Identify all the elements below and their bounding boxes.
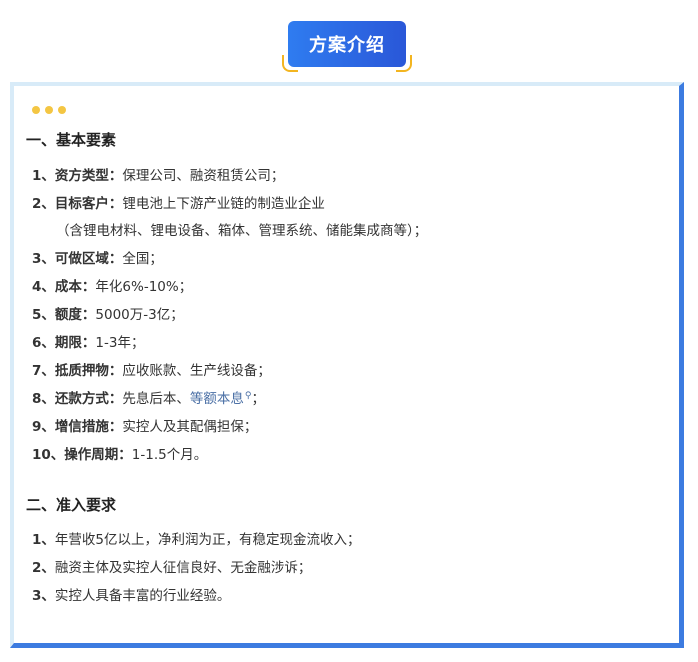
list-item: 7、抵质押物：应收账款、生产线设备； [32,359,271,379]
list-item: 2、目标客户：锂电池上下游产业链的制造业企业 [32,192,325,212]
item-number: 7、 [32,363,55,379]
item-label: 增信措施： [54,419,123,435]
item-value: 5000万-3亿； [95,307,184,323]
list-item: 1、年营收5亿以上，净利润为正，有稳定现金流收入； [32,528,361,548]
list-item: 5、额度：5000万-3亿； [32,303,184,323]
bracket-left-decoration [282,55,298,72]
dot [45,106,53,114]
item-label: 资方类型： [54,168,123,184]
section-heading-basic: 一、基本要素 [26,131,117,149]
section-heading-requirements: 二、准入要求 [26,496,117,514]
item-number: 4、 [32,279,55,295]
bracket-right-decoration [396,55,412,72]
item-number: 5、 [32,307,55,323]
item-label: 还款方式： [54,391,123,407]
item-number: 10、 [32,447,65,463]
item-value: 实控人及其配偶担保； [122,419,258,435]
list-item: 3、可做区域：全国； [32,247,163,267]
dot [58,106,66,114]
list-item: 2、融资主体及实控人征信良好、无金融涉诉； [32,556,311,576]
item-label: 成本： [54,279,96,295]
item-number: 9、 [32,419,55,435]
item-number: 8、 [32,391,55,407]
item-number: 6、 [32,335,55,351]
item-value: 1-3年； [95,335,145,351]
item-number: 3、 [32,588,55,604]
list-item: 3、实控人具备丰富的行业经验。 [32,584,230,604]
item-label: 操作周期： [64,447,132,463]
item-value: 先息后本、 [122,391,190,407]
dots-decoration [32,106,66,114]
list-item: 8、还款方式：先息后本、等额本息⚲； [32,387,266,408]
item-number: 1、 [32,168,55,184]
list-item: 4、成本：年化6%-10%； [32,275,192,295]
item-label: 目标客户： [54,196,123,212]
item-continuation: （含锂电材料、锂电设备、箱体、管理系统、储能集成商等）； [56,223,428,239]
dot [32,106,40,114]
equal-installment-link[interactable]: 等额本息 [190,391,244,407]
item-value: 实控人具备丰富的行业经验。 [54,588,231,604]
item-value: 保理公司、融资租赁公司； [122,168,285,184]
item-value: 应收账款、生产线设备； [122,363,271,379]
item-value: 1-1.5个月。 [131,447,208,463]
item-value: 全国； [122,251,163,267]
item-number: 2、 [32,196,55,212]
list-item: 10、操作周期：1-1.5个月。 [32,443,207,463]
list-item: 1、资方类型：保理公司、融资租赁公司； [32,164,284,184]
item-label: 可做区域： [54,251,123,267]
item-value: 融资主体及实控人征信良好、无金融涉诉； [54,560,312,576]
search-icon[interactable]: ⚲ [245,391,252,401]
item-number: 3、 [32,251,55,267]
item-label: 抵质押物： [54,363,123,379]
header: 方案介绍 [0,0,698,80]
item-value: 年化6%-10%； [95,279,193,295]
item-value: 年营收5亿以上，净利润为正，有稳定现金流收入； [54,532,361,548]
item-number: 1、 [32,532,55,548]
content-card: 一、基本要素 1、资方类型：保理公司、融资租赁公司； 2、目标客户：锂电池上下游… [10,82,684,648]
item-value: 锂电池上下游产业链的制造业企业 [122,196,325,212]
item-suffix: ； [251,391,266,407]
list-item: 6、期限：1-3年； [32,331,144,351]
section-title-button: 方案介绍 [288,21,406,67]
item-number: 2、 [32,560,55,576]
item-label: 额度： [54,307,96,323]
item-label: 期限： [54,335,96,351]
list-item: 9、增信措施：实控人及其配偶担保； [32,415,257,435]
